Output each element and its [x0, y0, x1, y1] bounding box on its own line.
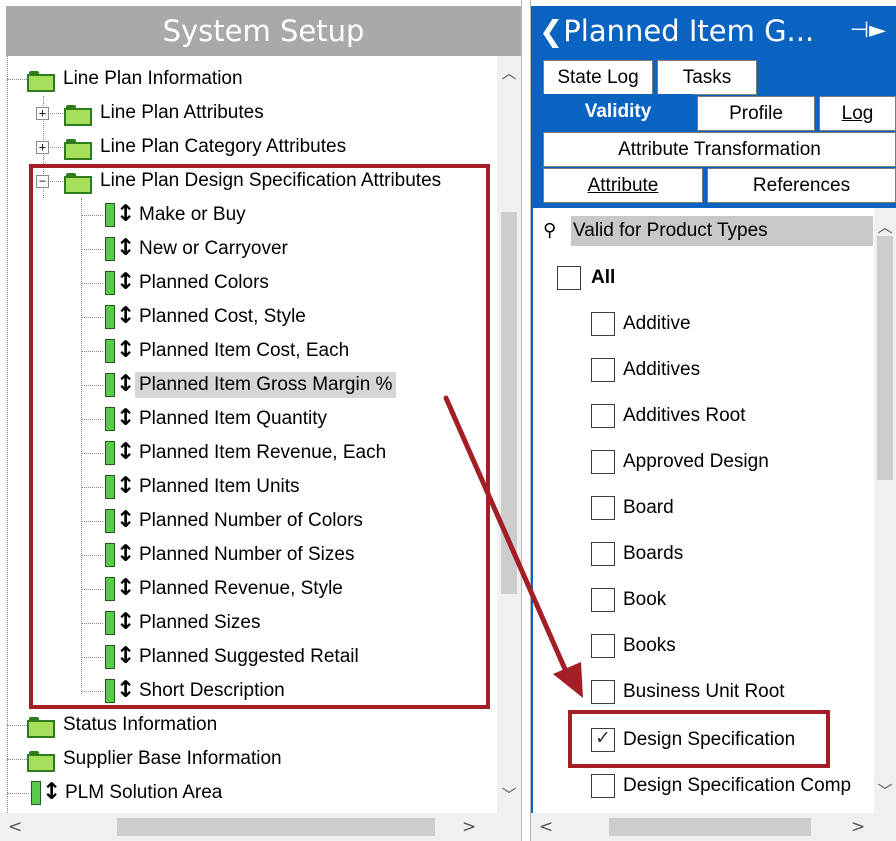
expand-icon[interactable]: + [36, 107, 49, 120]
scroll-right-icon[interactable]: > [851, 813, 865, 841]
checkbox-label: Additives Root [623, 405, 746, 426]
checkbox-all[interactable] [557, 266, 581, 290]
pin-icon[interactable]: ⊣► [850, 6, 886, 56]
scroll-up-icon[interactable]: ︿ [874, 216, 896, 237]
tree-node-status-information[interactable]: Status Information [27, 708, 221, 742]
tree-connector [7, 793, 29, 794]
checkbox-label: Book [623, 589, 667, 610]
scroll-down-icon[interactable]: ﹀ [874, 780, 896, 801]
scroll-left-icon[interactable]: < [8, 813, 22, 841]
expand-icon[interactable]: + [36, 141, 49, 154]
tab-validity[interactable]: Validity [543, 94, 693, 129]
tree-node-label: Line Plan Attributes [100, 102, 264, 123]
vertical-scrollbar[interactable]: ︿ ﹀ [497, 56, 521, 813]
vertical-scrollbar[interactable]: ︿ ﹀ [874, 208, 896, 813]
scrollbar-thumb[interactable] [117, 818, 435, 836]
tree-connector [7, 56, 8, 813]
checkbox-label: Additive [623, 313, 691, 334]
tree-connector [7, 759, 27, 760]
checkbox-books[interactable] [591, 634, 615, 658]
details-title[interactable]: ❮Planned Item G... ⊣► [531, 6, 896, 56]
tree-node-label: Line Plan Information [63, 68, 243, 89]
checkbox-book[interactable] [591, 588, 615, 612]
tab-state-log[interactable]: State Log [543, 60, 653, 95]
tab-tasks[interactable]: Tasks [657, 60, 757, 95]
tab-log[interactable]: Log [819, 96, 896, 131]
scroll-down-icon[interactable]: ﹀ [497, 784, 521, 805]
tree-node-label: Supplier Base Information [63, 748, 282, 769]
folder-icon [27, 716, 55, 738]
checkbox-label: All [591, 267, 616, 288]
folder-icon [27, 750, 55, 772]
checkbox-board[interactable] [591, 496, 615, 520]
section-header: Valid for Product Types [571, 216, 873, 246]
checkbox-design-specification-comp[interactable] [591, 774, 615, 798]
tab-attribute[interactable]: Attribute [543, 168, 703, 203]
tab-bar: State Log Tasks Validity Profile Log Att… [531, 56, 896, 208]
tree-node-line-plan-attributes[interactable]: Line Plan Attributes [64, 96, 268, 130]
checkbox-label: Additives [623, 359, 701, 380]
tab-references[interactable]: References [707, 168, 896, 203]
checkbox-approved-design[interactable] [591, 450, 615, 474]
tree-node-label: Line Plan Category Attributes [100, 136, 347, 157]
scrollbar-thumb[interactable] [877, 236, 893, 480]
checkbox-label: Boards [623, 543, 684, 564]
folder-icon [64, 104, 92, 126]
tree-node-label: Status Information [63, 714, 218, 735]
tab-attribute-transformation[interactable]: Attribute Transformation [543, 132, 896, 167]
scrollbar-thumb[interactable] [501, 212, 517, 594]
tree-connector [7, 725, 27, 726]
tree-connector [7, 79, 27, 80]
tree-node-label: PLM Solution Area [65, 782, 223, 803]
tree-node-supplier-base-information[interactable]: Supplier Base Information [27, 742, 286, 776]
tree-node-line-plan-information[interactable]: Line Plan Information [27, 62, 247, 96]
panel-title: System Setup [6, 6, 521, 56]
folder-icon [27, 70, 55, 92]
pin-marker-icon: ⚲ [543, 220, 557, 240]
highlight-box [29, 164, 490, 709]
checkbox-additive[interactable] [591, 312, 615, 336]
scroll-up-icon[interactable]: ︿ [497, 62, 521, 83]
scrollbar-thumb[interactable] [609, 818, 811, 836]
tab-profile[interactable]: Profile [697, 96, 815, 131]
checkbox-additives-root[interactable] [591, 404, 615, 428]
tree-node-plm-solution-area[interactable]: ↕ PLM Solution Area [29, 776, 226, 810]
checkbox-additives[interactable] [591, 358, 615, 382]
checkbox-business-unit-root[interactable] [591, 680, 615, 704]
panel-splitter[interactable] [521, 0, 531, 841]
scroll-left-icon[interactable]: < [539, 813, 553, 841]
details-title-text: ❮Planned Item G... [539, 14, 815, 48]
checkbox-label: Design Specification Comp [623, 775, 852, 796]
checkbox-label: Approved Design [623, 451, 769, 472]
tree-node-line-plan-category-attributes[interactable]: Line Plan Category Attributes [64, 130, 350, 164]
checkbox-label: Business Unit Root [623, 681, 785, 702]
horizontal-scrollbar[interactable]: < > [531, 813, 896, 841]
checkbox-label: Board [623, 497, 674, 518]
folder-icon [64, 138, 92, 160]
checkbox-label: Books [623, 635, 676, 656]
horizontal-scrollbar[interactable]: < > [0, 813, 521, 841]
checkbox-boards[interactable] [591, 542, 615, 566]
scroll-right-icon[interactable]: > [462, 813, 476, 841]
highlight-box [568, 710, 830, 768]
attribute-icon: ↕ [29, 779, 61, 806]
